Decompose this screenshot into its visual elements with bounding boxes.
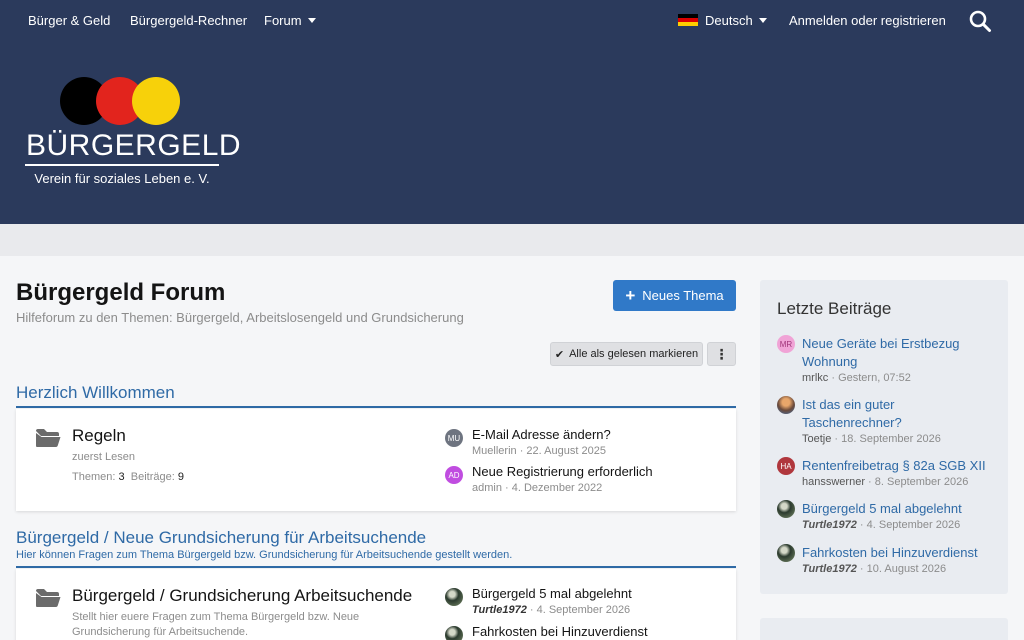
sidebar-post-title[interactable]: Ist das ein guter Taschenrechner? (802, 396, 902, 432)
nav-link-buerger-geld[interactable]: Bürger & Geld (28, 13, 110, 28)
avatar[interactable] (777, 396, 795, 414)
sidebar-post-time: 8. September 2026 (874, 476, 969, 488)
logo-circle-gold (132, 77, 180, 125)
mark-read-label: Alle als gelesen markieren (569, 348, 699, 360)
language-selector[interactable]: Deutsch (678, 13, 767, 28)
breadcrumb-band (0, 224, 1024, 256)
category-title[interactable]: Herzlich Willkommen (16, 383, 175, 403)
site-logo[interactable]: BÜRGERGELD Verein für soziales Leben e. … (22, 75, 242, 193)
language-label: Deutsch (705, 13, 753, 28)
post-user[interactable]: admin (472, 482, 502, 494)
folder-icon (36, 589, 61, 607)
sidebar-post-title[interactable]: Rentenfreibetrag § 82a SGB XII (802, 457, 986, 475)
sidebar-post-time: 10. August 2026 (866, 563, 947, 575)
category-title[interactable]: Bürgergeld / Neue Grundsicherung für Arb… (16, 528, 426, 548)
sidebar-post-user[interactable]: mrlkc (802, 372, 828, 384)
forum-description: Stellt hier euere Fragen zum Thema Bürge… (72, 611, 360, 638)
category-divider (16, 406, 736, 408)
avatar[interactable] (445, 588, 463, 606)
check-icon: ✔ (554, 348, 565, 361)
chevron-down-icon (307, 18, 316, 23)
avatar[interactable] (777, 544, 795, 562)
mark-all-read-button[interactable]: ✔ Alle als gelesen markieren (550, 342, 703, 366)
sidebar-widget (760, 618, 1008, 640)
folder-icon (36, 429, 61, 447)
threads-count: 3 (118, 471, 125, 483)
forum-name[interactable]: Regeln (72, 426, 126, 446)
forum-description: zuerst Lesen (72, 451, 135, 463)
avatar[interactable]: HA (777, 457, 795, 475)
posts-label: Beiträge (130, 471, 172, 483)
post-user[interactable]: Turtle1972 (472, 604, 527, 616)
sidebar-post-user[interactable]: Turtle1972 (802, 519, 857, 531)
chevron-down-icon (758, 18, 767, 23)
new-thread-button[interactable]: + Neues Thema (613, 280, 736, 311)
post-meta: Muellerin · 22. August 2025 (472, 445, 606, 457)
sidebar-post-meta: Turtle1972 · 10. August 2026 (802, 563, 947, 575)
logo-title: BÜRGERGELD (26, 129, 242, 162)
post-title[interactable]: E-Mail Adresse ändern? (472, 427, 611, 442)
category-description: Hier können Fragen zum Thema Bürgergeld … (16, 549, 513, 561)
avatar[interactable]: MR (777, 335, 795, 353)
post-title[interactable]: Bürgergeld 5 mal abgelehnt (472, 586, 632, 601)
sidebar-post-meta: Toetje · 18. September 2026 (802, 433, 941, 445)
threads-label: Themen (72, 471, 113, 483)
german-flag-icon (678, 14, 698, 26)
avatar[interactable]: MU (445, 429, 463, 447)
post-title[interactable]: Fahrkosten bei Hinzuverdienst (472, 624, 648, 639)
page-description: Hilfeforum zu den Themen: Bürgergeld, Ar… (16, 310, 464, 325)
site-header: BÜRGERGELD Verein für soziales Leben e. … (0, 40, 1024, 224)
post-meta: admin · 4. Dezember 2022 (472, 482, 603, 494)
avatar[interactable] (445, 626, 463, 640)
avatar[interactable] (777, 500, 795, 518)
sidebar-post-time: Gestern, 07:52 (838, 372, 911, 384)
avatar[interactable]: AD (445, 466, 463, 484)
forum-card: Regeln zuerst Lesen Themen: 3 Beiträge: … (16, 409, 736, 511)
plus-icon: + (625, 286, 636, 305)
logo-subtitle: Verein für soziales Leben e. V. (34, 171, 210, 186)
sidebar-post-user[interactable]: Turtle1972 (802, 563, 857, 575)
nav-link-forum[interactable]: Forum (264, 13, 316, 28)
vertical-dots-icon: ⋮ (714, 346, 729, 362)
logo-divider (25, 164, 219, 166)
category-divider (16, 566, 736, 568)
posts-count: 9 (177, 471, 184, 483)
more-options-button[interactable]: ⋮ (707, 342, 736, 366)
forum-name[interactable]: Bürgergeld / Grundsicherung Arbeitsuchen… (72, 586, 412, 606)
sidebar-post-meta: mrlkc · Gestern, 07:52 (802, 372, 911, 384)
post-meta: Turtle1972 · 4. September 2026 (472, 604, 631, 616)
sidebar-post-time: 18. September 2026 (841, 433, 941, 445)
new-thread-label: Neues Thema (642, 288, 724, 303)
forum-stats: Themen: 3 Beiträge: 9 (72, 471, 184, 483)
post-date: 22. August 2025 (526, 445, 606, 457)
sidebar-title: Letzte Beiträge (777, 299, 892, 318)
sidebar-post-meta: hansswerner · 8. September 2026 (802, 476, 969, 488)
nav-link-rechner[interactable]: Bürgergeld-Rechner (130, 13, 247, 28)
sidebar-post-title[interactable]: Neue Geräte bei Erstbezug Wohnung (802, 335, 960, 371)
post-title[interactable]: Neue Registrierung erforderlich (472, 464, 653, 479)
search-icon[interactable] (968, 9, 992, 33)
sidebar-latest-posts: Letzte Beiträge MR Neue Geräte bei Erstb… (760, 280, 1008, 594)
login-link[interactable]: Anmelden oder registrieren (789, 13, 946, 28)
post-date: 4. September 2026 (536, 604, 631, 616)
post-user[interactable]: Muellerin (472, 445, 517, 457)
sidebar-post-title[interactable]: Fahrkosten bei Hinzuverdienst (802, 544, 978, 562)
page-title: Bürgergeld Forum (16, 279, 226, 306)
sidebar-post-user[interactable]: Toetje (802, 433, 831, 445)
post-date: 4. Dezember 2022 (511, 482, 603, 494)
sidebar-post-title[interactable]: Bürgergeld 5 mal abgelehnt (802, 500, 962, 518)
sidebar-post-time: 4. September 2026 (866, 519, 961, 531)
nav-forum-label: Forum (264, 13, 302, 28)
top-navigation: Bürger & Geld Bürgergeld-Rechner Forum D… (0, 0, 1024, 40)
forum-card: Bürgergeld / Grundsicherung Arbeitsuchen… (16, 569, 736, 640)
sidebar-post-meta: Turtle1972 · 4. September 2026 (802, 519, 961, 531)
sidebar-post-user[interactable]: hansswerner (802, 476, 865, 488)
